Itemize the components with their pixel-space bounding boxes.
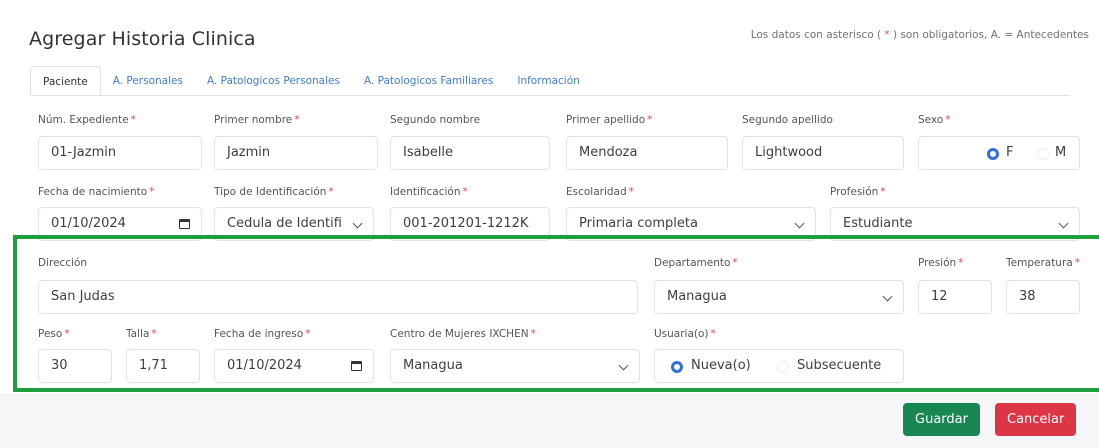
primer-apellido-input[interactable]: Mendoza <box>566 136 728 170</box>
expediente-label: Núm. Expediente * <box>38 114 136 126</box>
sexo-radio-group: F M <box>918 136 1080 170</box>
tab-informacion[interactable]: Información <box>505 66 591 96</box>
tab-divider <box>30 95 1070 96</box>
chevron-down-icon <box>794 218 805 229</box>
page-title: Agregar Historia Clinica <box>29 28 256 50</box>
tab-antecedentes-personales[interactable]: A. Personales <box>101 66 195 96</box>
identificacion-label: Identificación * <box>390 186 468 198</box>
fecha-nacimiento-label: Fecha de nacimiento * <box>38 186 155 198</box>
sexo-label: Sexo * <box>918 114 951 126</box>
segundo-nombre-input[interactable]: Isabelle <box>390 136 550 170</box>
calendar-icon[interactable] <box>179 219 190 229</box>
tab-patologicos-familiares[interactable]: A. Patologicos Familiares <box>352 66 505 96</box>
required-note: Los datos con asterisco ( * ) son obliga… <box>750 29 1089 41</box>
highlight-box <box>13 235 1099 392</box>
save-button[interactable]: Guardar <box>903 403 980 436</box>
chevron-down-icon <box>352 218 363 229</box>
tab-paciente[interactable]: Paciente <box>30 66 101 96</box>
cancel-button[interactable]: Cancelar <box>995 403 1077 436</box>
primer-nombre-input[interactable]: Jazmin <box>214 136 378 170</box>
segundo-apellido-input[interactable]: Lightwood <box>742 136 904 170</box>
form-card: Agregar Historia Clinica Los datos con a… <box>0 0 1099 393</box>
tab-patologicos-personales[interactable]: A. Patologicos Personales <box>195 66 352 96</box>
expediente-input[interactable]: 01-Jazmin <box>38 136 202 170</box>
profesion-label: Profesión * <box>830 186 886 198</box>
tipo-identificacion-label: Tipo de Identificación * <box>214 186 334 198</box>
primer-apellido-label: Primer apellido * <box>566 114 653 126</box>
segundo-nombre-label: Segundo nombre <box>390 114 481 126</box>
sexo-m-radio[interactable] <box>1037 148 1049 160</box>
tab-bar: Paciente A. Personales A. Patologicos Pe… <box>30 66 592 96</box>
sexo-f-radio[interactable] <box>987 148 999 160</box>
escolaridad-label: Escolaridad * <box>566 186 634 198</box>
chevron-down-icon <box>1058 218 1069 229</box>
sexo-f-label: F <box>1006 145 1014 160</box>
sexo-m-label: M <box>1055 145 1067 160</box>
primer-nombre-label: Primer nombre * <box>214 114 300 126</box>
segundo-apellido-label: Segundo apellido <box>742 114 833 126</box>
